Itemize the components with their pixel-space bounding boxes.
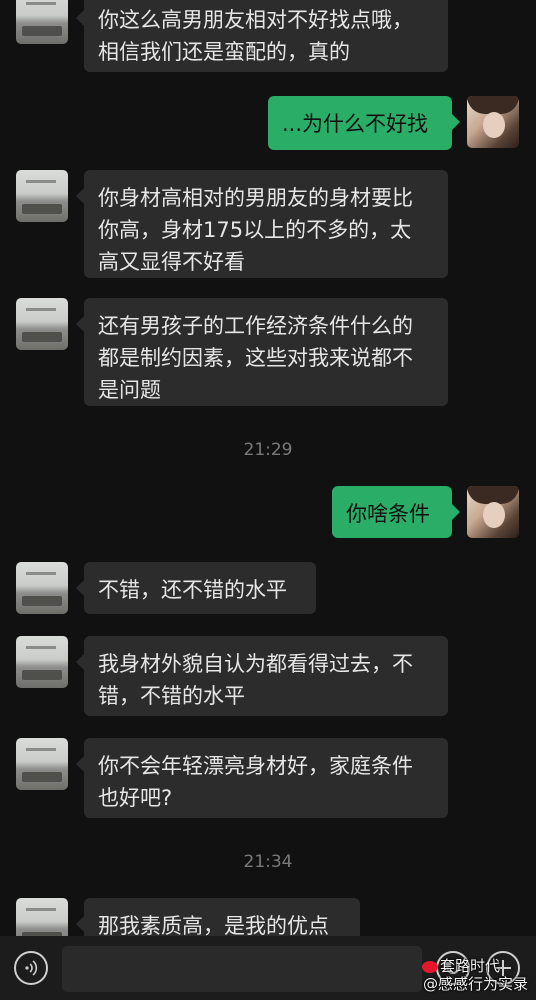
message-bubble-received: 你不会年轻漂亮身材好，家庭条件 也好吧? [76, 738, 448, 818]
message-bubble-sent: ...为什么不好找 [268, 96, 460, 150]
message-bubble-received: 你身材高相对的男朋友的身材要比 你高，身材175以上的不多的，太 高又显得不好看 [76, 170, 448, 278]
message-bubble-received: 我身材外貌自认为都看得过去，不 错，不错的水平 [76, 636, 448, 716]
message-bubble-received: 那我素质高，是我的优点 [76, 898, 360, 936]
message-bubble-received: 还有男孩子的工作经济条件什么的 都是制约因素，这些对我来说都不 是问题 [76, 298, 448, 406]
message-input[interactable] [62, 946, 422, 992]
user-avatar[interactable] [467, 486, 519, 538]
timestamp: 21:29 [243, 440, 293, 460]
timestamp: 21:34 [243, 852, 293, 872]
user-avatar[interactable] [467, 96, 519, 148]
contact-avatar[interactable] [16, 636, 68, 688]
chat-history[interactable]: 你这么高男朋友相对不好找点哦， 相信我们还是蛮配的，真的 ...为什么不好找 你… [0, 0, 536, 936]
contact-avatar[interactable] [16, 170, 68, 222]
contact-avatar[interactable] [16, 298, 68, 350]
message-bubble-received: 你这么高男朋友相对不好找点哦， 相信我们还是蛮配的，真的 [76, 0, 448, 72]
contact-avatar[interactable] [16, 898, 68, 936]
message-bubble-sent: 你啥条件 [332, 486, 460, 538]
voice-icon[interactable] [14, 951, 48, 985]
contact-avatar[interactable] [16, 0, 68, 44]
contact-avatar[interactable] [16, 562, 68, 614]
weibo-icon [421, 960, 438, 973]
watermark-line-2: @感感行为实录 [422, 975, 528, 993]
contact-avatar[interactable] [16, 738, 68, 790]
message-bubble-received: 不错，还不错的水平 [76, 562, 316, 614]
